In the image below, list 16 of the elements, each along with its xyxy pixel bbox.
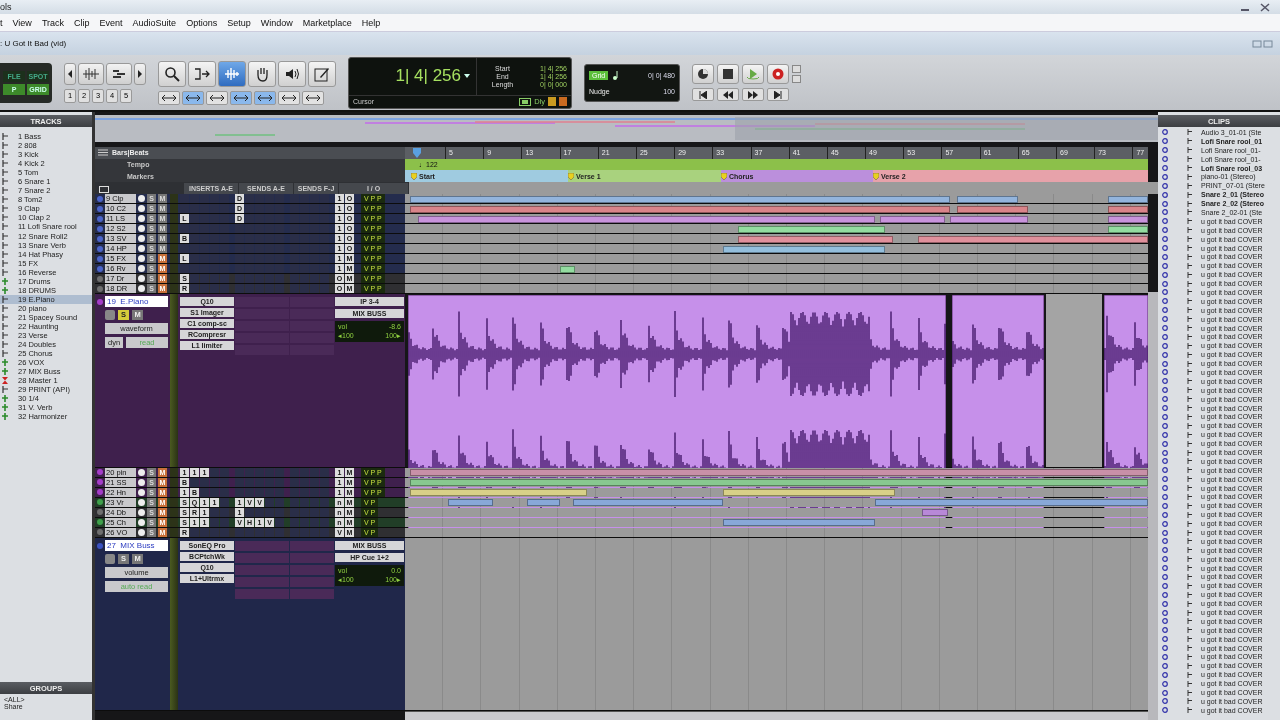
- menu-item[interactable]: Track: [41, 17, 65, 28]
- menu-item[interactable]: Options: [186, 17, 218, 28]
- window-title: : U Got It Bad (vid): [0, 39, 67, 48]
- menu-item[interactable]: t: [0, 17, 3, 28]
- menu-item[interactable]: Setup: [227, 17, 251, 28]
- menu-item[interactable]: Marketplace: [302, 17, 352, 28]
- track-name-field[interactable]: 27 MIX Buss: [105, 539, 168, 551]
- track-name-field[interactable]: 19 E.Piano: [105, 296, 168, 308]
- menu-item[interactable]: Clip: [74, 17, 90, 28]
- menu-item[interactable]: Help: [361, 17, 381, 28]
- menu-item[interactable]: Window: [260, 17, 293, 28]
- menu-item[interactable]: Event: [99, 17, 123, 28]
- app-title: ols: [0, 2, 12, 12]
- menu-item[interactable]: AudioSuite: [132, 17, 177, 28]
- menu-item[interactable]: View: [12, 17, 32, 28]
- main-counter: 1| 4| 256: [395, 66, 461, 86]
